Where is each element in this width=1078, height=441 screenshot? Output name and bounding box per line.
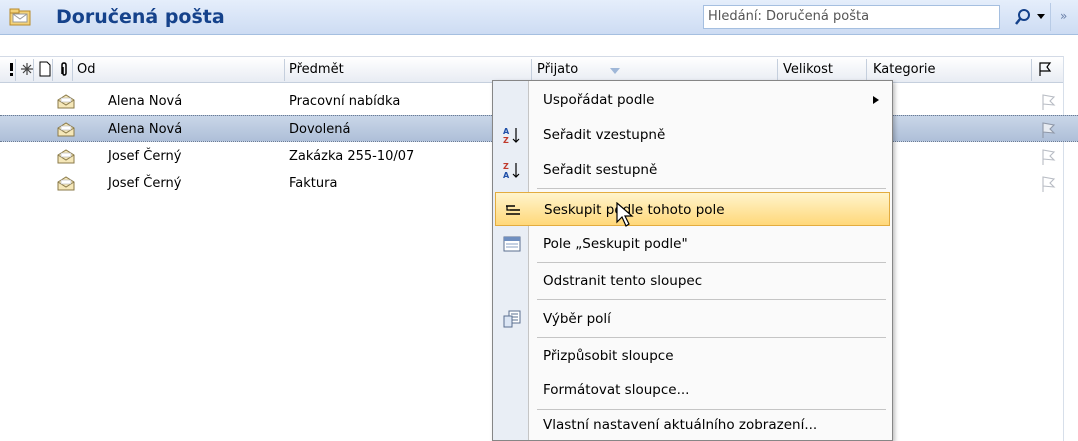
icon-column-icon[interactable] (37, 61, 53, 77)
menu-item-label: Odstranit tento sloupec (543, 273, 703, 289)
menu-item-label: Výběr polí (543, 311, 611, 327)
search-options-caret-icon[interactable] (1036, 11, 1046, 21)
group-by-icon (506, 205, 520, 215)
flag-icon[interactable] (1040, 148, 1056, 166)
search-input[interactable]: Hledání: Doručená pošta (703, 5, 1000, 29)
svg-text:Z: Z (503, 136, 509, 144)
column-from[interactable]: Od (77, 57, 95, 83)
menu-item-label: Seřadit vzestupně (543, 127, 666, 143)
mail-from: Josef Černý (108, 176, 182, 191)
importance-icon[interactable] (4, 61, 20, 77)
menu-item-label: Seskupit podle tohoto pole (544, 202, 725, 218)
svg-text:A: A (503, 127, 510, 136)
submenu-arrow-icon (873, 96, 879, 104)
menu-separator (537, 188, 886, 189)
expand-chevron-icon[interactable]: » (1060, 9, 1074, 25)
column-divider[interactable] (1031, 59, 1032, 81)
field-chooser-icon (503, 310, 521, 328)
menu-item-label: Vlastní nastavení aktuálního zobrazení..… (543, 417, 818, 433)
menu-item-field-chooser[interactable]: Výběr polí (495, 302, 890, 336)
mail-subject: Faktura (289, 176, 338, 191)
envelope-read-icon (57, 94, 75, 109)
column-divider[interactable] (284, 59, 285, 81)
flag-status-icon[interactable] (1037, 61, 1053, 77)
menu-item-label: Uspořádat podle (543, 92, 655, 108)
menu-item-label: Formátovat sloupce... (543, 382, 690, 398)
menu-item-group-by-field[interactable]: Seskupit podle tohoto pole (495, 192, 890, 226)
mail-from: Josef Černý (108, 149, 182, 164)
menu-item-format-columns[interactable]: Formátovat sloupce... (495, 373, 890, 407)
svg-text:A: A (503, 171, 510, 179)
menu-separator (537, 337, 886, 338)
menu-item-best-fit[interactable]: Přizpůsobit sloupce (495, 339, 890, 373)
menu-separator (537, 262, 886, 263)
menu-item-sort-descending[interactable]: Z A Seřadit sestupně (495, 153, 890, 187)
folder-title: Doručená pošta (56, 6, 225, 28)
column-divider[interactable] (33, 59, 34, 81)
group-by-box-icon (503, 236, 521, 252)
envelope-read-icon (57, 176, 75, 191)
column-divider[interactable] (15, 59, 16, 81)
sort-descending-icon: Z A (503, 162, 520, 179)
inbox-folder-icon (9, 8, 31, 26)
mouse-pointer-icon (616, 202, 634, 227)
sort-ascending-icon: A Z (503, 127, 520, 144)
flag-icon[interactable] (1040, 121, 1056, 139)
search-icon[interactable] (1014, 8, 1032, 26)
sort-arrow-icon (610, 68, 620, 74)
menu-item-arrange-by[interactable]: Uspořádat podle (495, 83, 890, 117)
mail-subject: Zakázka 255-10/07 (289, 149, 415, 164)
menu-item-sort-ascending[interactable]: A Z Seřadit vzestupně (495, 118, 890, 152)
column-divider[interactable] (52, 59, 53, 81)
mail-from: Alena Nová (108, 122, 183, 137)
flag-icon[interactable] (1040, 175, 1056, 193)
flag-icon[interactable] (1040, 93, 1056, 111)
menu-separator (537, 299, 886, 300)
column-divider[interactable] (866, 59, 867, 81)
folder-title-bar: Doručená pošta Hledání: Doručená pošta » (0, 0, 1078, 35)
column-divider[interactable] (72, 59, 73, 81)
envelope-read-icon (57, 122, 75, 137)
svg-text:Z: Z (503, 162, 509, 171)
column-divider[interactable] (777, 59, 778, 81)
menu-item-remove-column[interactable]: Odstranit tento sloupec (495, 264, 890, 298)
menu-item-group-by-box[interactable]: Pole „Seskupit podle" (495, 227, 890, 261)
column-header: Od Předmět Přijato Velikost Kategorie (0, 56, 1078, 83)
column-divider[interactable] (531, 59, 532, 81)
mail-subject: Pracovní nabídka (289, 94, 401, 109)
toolbar-divider (1050, 3, 1051, 31)
menu-item-label: Pole „Seskupit podle" (543, 236, 688, 252)
attachment-icon[interactable] (56, 61, 72, 77)
column-subject[interactable]: Předmět (289, 57, 344, 83)
menu-item-label: Seřadit sestupně (543, 162, 658, 178)
column-context-menu: Uspořádat podle A Z Seřadit vzestupně Z … (492, 80, 893, 441)
mail-subject: Dovolená (289, 122, 351, 137)
menu-item-customize-view[interactable]: Vlastní nastavení aktuálního zobrazení..… (495, 408, 890, 441)
envelope-read-icon (57, 149, 75, 164)
mail-from: Alena Nová (108, 94, 183, 109)
menu-item-label: Přizpůsobit sloupce (543, 348, 674, 364)
